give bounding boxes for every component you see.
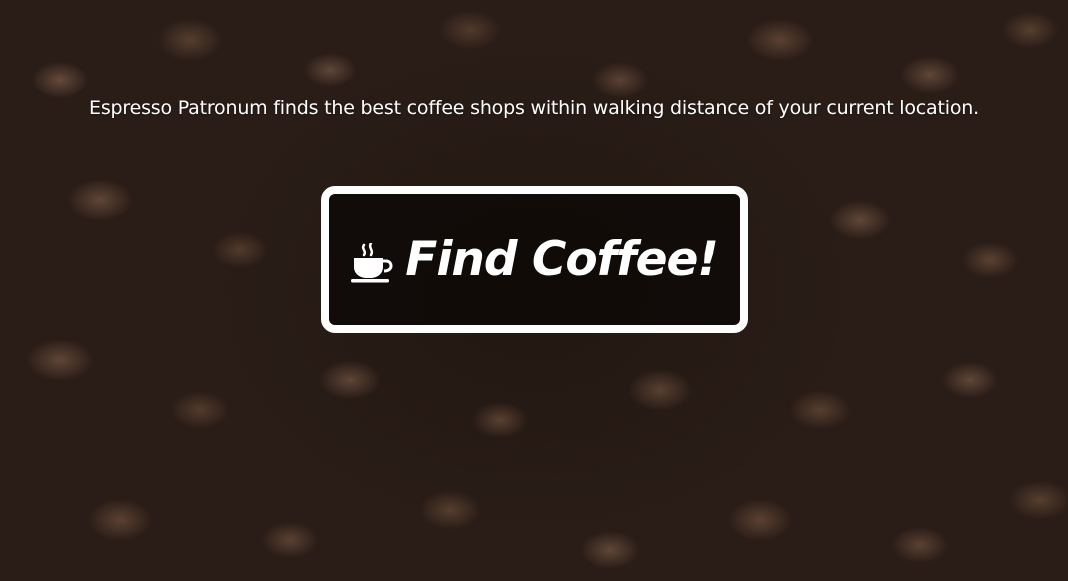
coffee-cup-icon: [351, 241, 393, 283]
find-coffee-button[interactable]: Find Coffee!: [321, 186, 748, 333]
find-coffee-label: Find Coffee!: [405, 232, 719, 287]
tagline: Espresso Patronum finds the best coffee …: [89, 97, 979, 119]
